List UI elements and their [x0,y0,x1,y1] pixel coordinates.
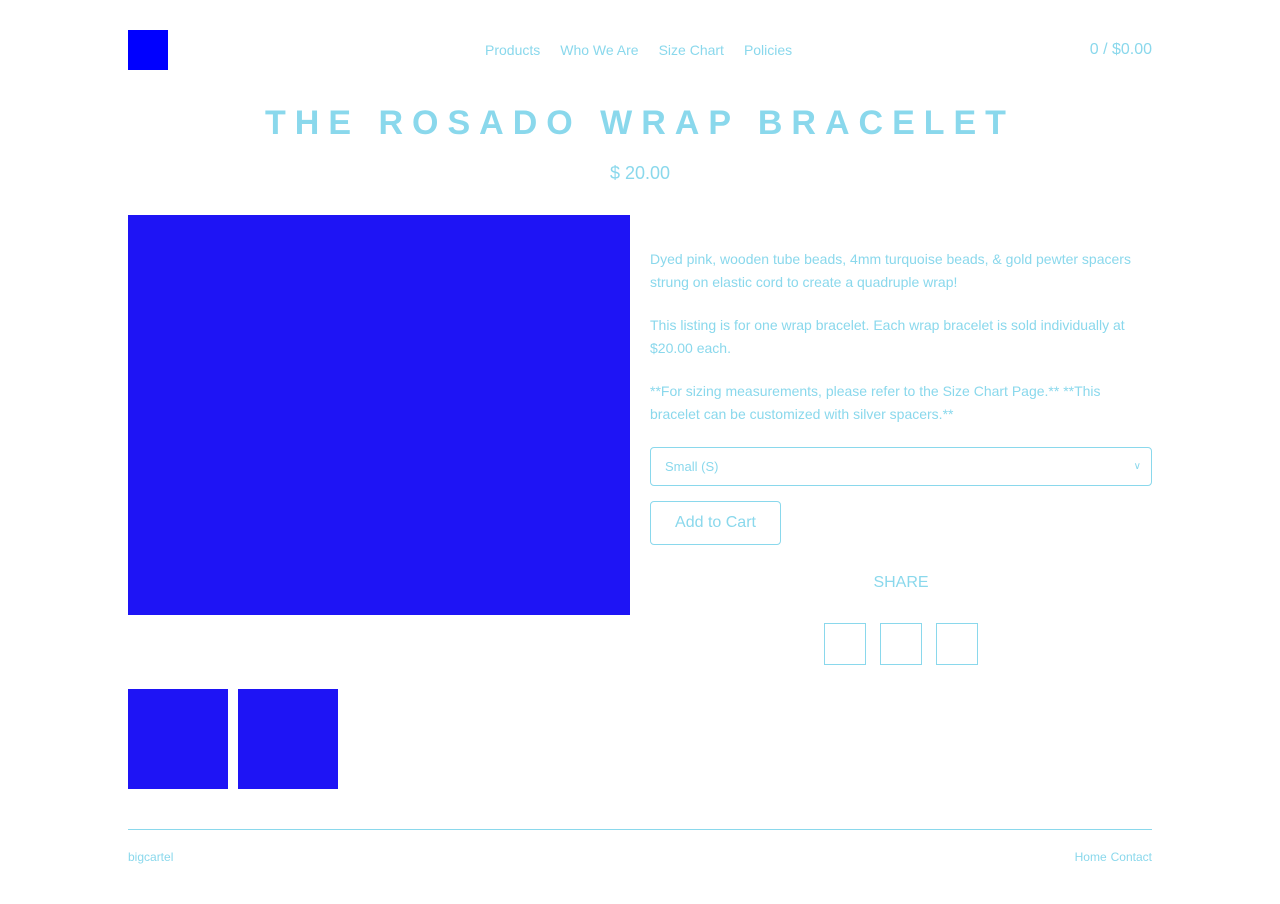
size-select-value: Small (S) [665,459,719,474]
footer-divider [128,829,1152,830]
add-to-cart-button[interactable]: Add to Cart [650,501,781,545]
cart-summary[interactable]: 0 / $0.00 [1090,41,1152,59]
size-select[interactable]: Small (S) ∨ [650,447,1152,486]
footer-bigcartel-link[interactable]: bigcartel [128,850,173,864]
share-facebook-icon[interactable] [824,623,866,665]
product-title: THE ROSADO WRAP BRACELET [265,104,1015,142]
store-logo[interactable] [128,30,168,70]
product-description: Dyed pink, wooden tube beads, 4mm turquo… [650,248,1152,446]
chevron-down-icon: ∨ [1133,461,1141,472]
footer-links: Home Contact [1075,850,1152,864]
nav-size-chart[interactable]: Size Chart [659,42,724,58]
share-label: SHARE [873,574,929,591]
nav-products[interactable]: Products [485,42,540,58]
product-price: $ 20.00 [609,163,671,183]
product-thumbnail[interactable] [238,689,338,789]
description-paragraph: Dyed pink, wooden tube beads, 4mm turquo… [650,251,1131,290]
main-nav: Products Who We Are Size Chart Policies [485,42,792,58]
nav-who-we-are[interactable]: Who We Are [560,42,638,58]
nav-policies[interactable]: Policies [744,42,792,58]
share-twitter-icon[interactable] [880,623,922,665]
header: Products Who We Are Size Chart Policies … [128,0,1152,80]
description-paragraph: **For sizing measurements, please refer … [650,383,1101,422]
product-thumbnail[interactable] [128,689,228,789]
footer-contact-link[interactable]: Contact [1111,850,1152,864]
description-paragraph: This listing is for one wrap bracelet. E… [650,317,1125,356]
share-icons [824,623,978,665]
page: Products Who We Are Size Chart Policies … [128,0,1152,864]
product-thumbnails [128,689,338,789]
product-main-image[interactable] [128,215,630,615]
share-pinterest-icon[interactable] [936,623,978,665]
footer-home-link[interactable]: Home [1075,850,1107,864]
